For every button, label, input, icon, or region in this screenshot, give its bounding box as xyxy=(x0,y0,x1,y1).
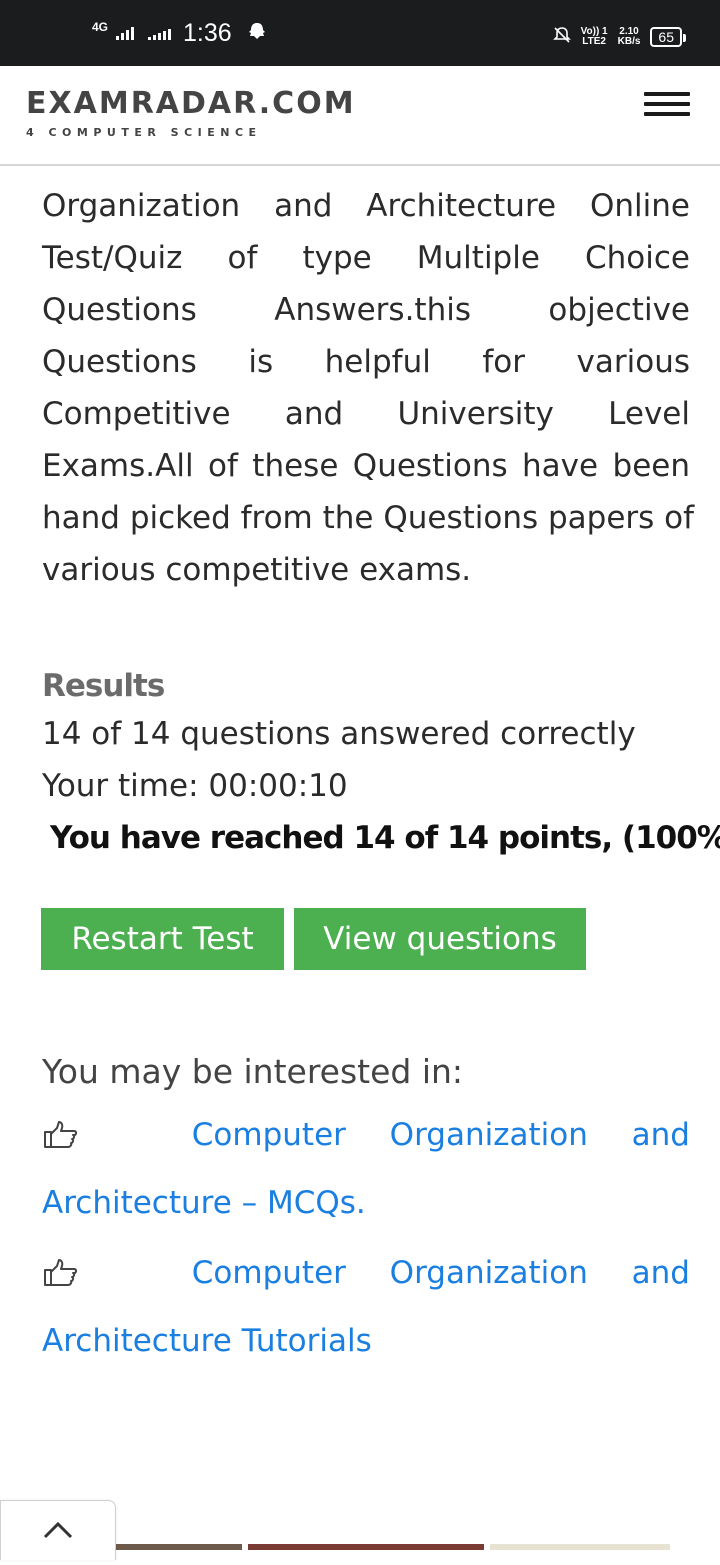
results-heading: Results xyxy=(42,668,165,704)
intro-line: various competitive exams. xyxy=(42,552,472,588)
signal-icon xyxy=(116,26,135,40)
link-word: Organization xyxy=(389,1255,588,1291)
site-logo-tagline: 4 COMPUTER SCIENCE xyxy=(26,126,262,139)
link-word: and xyxy=(631,1117,690,1153)
signal-icon-2 xyxy=(148,26,172,40)
clock: 1:36 xyxy=(183,18,232,47)
related-link-mcqs[interactable]: Computer Organization and Architecture –… xyxy=(42,1112,690,1226)
chevron-up-icon xyxy=(43,1521,73,1539)
back-to-top-button[interactable] xyxy=(0,1500,116,1560)
ad-thumbnail[interactable] xyxy=(116,1544,242,1550)
pointing-hand-icon xyxy=(42,1258,78,1288)
related-link-tutorials[interactable]: Computer Organization and Architecture T… xyxy=(42,1250,690,1364)
net-speed: 2.10 KB/s xyxy=(617,26,641,47)
points-summary: You have reached 14 of 14 points, (100%) xyxy=(50,820,720,856)
site-logo-title[interactable]: EXAMRADAR.COM xyxy=(26,86,356,121)
intro-line: Organization and Architecture Online xyxy=(42,188,690,224)
pointing-hand-icon xyxy=(42,1120,78,1150)
intro-line: Competitive and University Level xyxy=(42,396,690,432)
hamburger-menu-icon[interactable] xyxy=(644,92,692,118)
intro-line: Questions Answers.this objective xyxy=(42,292,690,328)
link-word: Organization xyxy=(389,1117,588,1153)
link-word: Computer xyxy=(191,1255,346,1291)
network-type: 4G xyxy=(92,20,109,34)
site-header: EXAMRADAR.COM 4 COMPUTER SCIENCE xyxy=(0,66,720,166)
intro-line: Exams.All of these Questions have been xyxy=(42,448,690,484)
volte-indicator: Vo)) 1 LTE2 xyxy=(580,26,608,47)
mute-icon xyxy=(552,26,571,49)
link-word: Computer xyxy=(191,1117,346,1153)
time-summary: Your time: 00:00:10 xyxy=(42,768,348,804)
ghost-icon xyxy=(248,22,266,45)
intro-paragraph: Organization and Architecture Online Tes… xyxy=(42,180,695,596)
intro-line: Test/Quiz of type Multiple Choice xyxy=(42,240,690,276)
status-bar: 4G 1:36 Vo)) 1 LTE2 2.10 KB/s 65 xyxy=(0,0,720,66)
ad-thumbnail[interactable] xyxy=(248,1544,484,1550)
related-heading: You may be interested in: xyxy=(42,1052,464,1091)
answered-summary: 14 of 14 questions answered correctly xyxy=(42,716,636,752)
view-questions-button[interactable]: View questions xyxy=(294,908,586,970)
intro-line: Questions is helpful for various xyxy=(42,344,690,380)
link-text: Architecture – MCQs. xyxy=(42,1185,366,1221)
restart-test-button[interactable]: Restart Test xyxy=(41,908,284,970)
intro-line: hand picked from the Questions papers of xyxy=(42,500,695,536)
ad-thumbnail[interactable] xyxy=(490,1544,670,1550)
link-word: and xyxy=(631,1255,690,1291)
battery-indicator: 65 xyxy=(650,27,686,47)
link-text: Architecture Tutorials xyxy=(42,1323,372,1359)
